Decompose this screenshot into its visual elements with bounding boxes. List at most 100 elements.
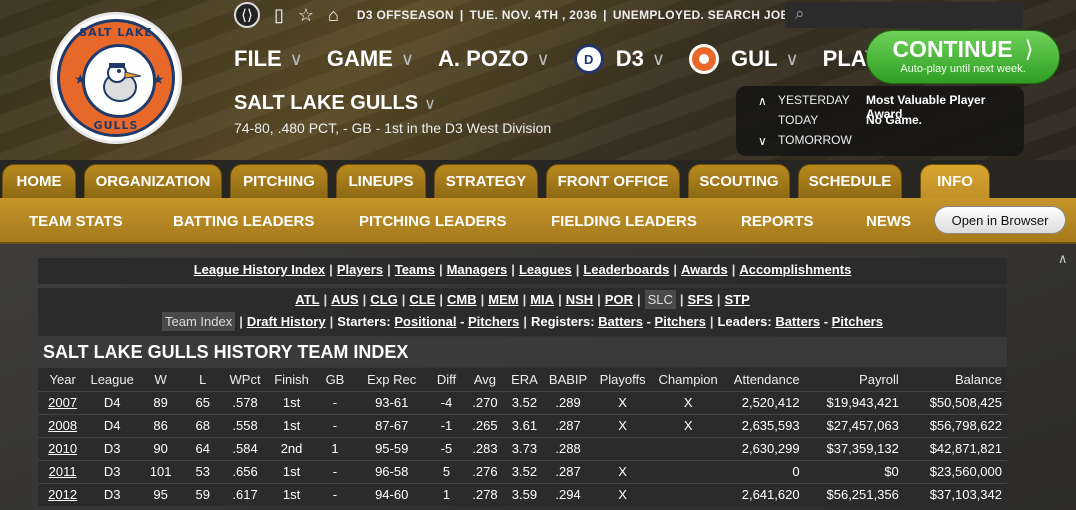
- menu-file[interactable]: FILE ∨: [234, 46, 303, 72]
- back-forward-button[interactable]: ⟨⟩: [234, 2, 260, 28]
- menu-league-label: D3: [615, 46, 644, 71]
- link-leagues[interactable]: Leagues: [519, 262, 572, 277]
- chevron-up-icon[interactable]: ∧: [758, 94, 767, 108]
- tab-pitching[interactable]: PITCHING: [230, 164, 328, 198]
- column-header[interactable]: Payroll: [805, 368, 904, 391]
- chevron-down-icon[interactable]: ∨: [758, 134, 767, 148]
- table-cell[interactable]: 2011: [38, 459, 88, 483]
- tab-info[interactable]: INFO: [920, 164, 990, 198]
- column-header[interactable]: Diff: [428, 368, 465, 391]
- tomorrow-label: TOMORROW: [778, 133, 852, 147]
- subnav-news[interactable]: NEWS: [866, 213, 911, 230]
- subnav-team-stats[interactable]: TEAM STATS: [29, 213, 123, 230]
- link-team-mem[interactable]: MEM: [488, 292, 518, 307]
- year-link[interactable]: 2010: [48, 441, 77, 456]
- subnav-batting-leaders[interactable]: BATTING LEADERS: [173, 213, 314, 230]
- tab-schedule[interactable]: SCHEDULE: [798, 164, 902, 198]
- subnav-fielding-leaders[interactable]: FIELDING LEADERS: [551, 213, 697, 230]
- tab-home[interactable]: HOME: [2, 164, 76, 198]
- menu-manager[interactable]: A. POZO ∨: [438, 46, 550, 72]
- column-header[interactable]: ERA: [505, 368, 545, 391]
- column-header[interactable]: League: [87, 368, 137, 391]
- table-cell: .276: [465, 459, 505, 483]
- table-cell[interactable]: 2010: [38, 436, 88, 460]
- link-team-mia[interactable]: MIA: [530, 292, 554, 307]
- link-league-history-index[interactable]: League History Index: [194, 262, 325, 277]
- column-header[interactable]: Playoffs: [592, 368, 653, 391]
- year-link[interactable]: 2011: [49, 464, 77, 479]
- column-header[interactable]: Attendance: [723, 368, 805, 391]
- link-registers-pitchers[interactable]: Pitchers: [655, 314, 706, 329]
- link-team-nsh[interactable]: NSH: [566, 292, 593, 307]
- menu-league[interactable]: D D3 ∨: [573, 44, 665, 74]
- job-status[interactable]: UNEMPLOYED. SEARCH JOBS...: [613, 8, 809, 22]
- link-teams[interactable]: Teams: [395, 262, 435, 277]
- link-managers[interactable]: Managers: [447, 262, 508, 277]
- link-awards[interactable]: Awards: [681, 262, 728, 277]
- table-cell[interactable]: 2008: [38, 413, 88, 437]
- link-team-aus[interactable]: AUS: [331, 292, 358, 307]
- year-link[interactable]: 2007: [48, 395, 77, 410]
- link-team-por[interactable]: POR: [605, 292, 633, 307]
- star-icon[interactable]: ☆: [298, 5, 314, 26]
- link-team-clg[interactable]: CLG: [370, 292, 397, 307]
- column-header[interactable]: Finish: [269, 368, 315, 391]
- link-players[interactable]: Players: [337, 262, 383, 277]
- column-header[interactable]: W: [137, 368, 184, 391]
- column-header[interactable]: Year: [38, 368, 87, 391]
- tab-scouting[interactable]: SCOUTING: [688, 164, 790, 198]
- history-title: SALT LAKE GULLS HISTORY TEAM INDEX: [38, 337, 1007, 367]
- year-link[interactable]: 2008: [48, 418, 77, 433]
- home-icon[interactable]: ⌂: [328, 5, 339, 26]
- column-header[interactable]: Avg: [465, 368, 505, 391]
- subnav-pitching-leaders[interactable]: PITCHING LEADERS: [359, 213, 507, 230]
- column-header[interactable]: BABIP: [544, 368, 592, 391]
- link-team-cmb[interactable]: CMB: [447, 292, 477, 307]
- continue-button[interactable]: CONTINUE ⟩ Auto-play until next week.: [866, 30, 1060, 84]
- column-header[interactable]: Balance: [904, 368, 1007, 391]
- table-cell: [653, 459, 723, 483]
- column-header[interactable]: L: [184, 368, 221, 391]
- scroll-up-icon[interactable]: ∧: [1058, 252, 1068, 267]
- team-logo[interactable]: SALT LAKE ★ ★ GULLS: [50, 12, 182, 144]
- content-area: ∧ League History Index | Players | Teams | Man…: [0, 244, 1076, 510]
- tab-front-office[interactable]: FRONT OFFICE: [546, 164, 680, 198]
- link-accomplishments[interactable]: Accomplishments: [739, 262, 851, 277]
- main-menu: FILE∨ GAME∨ A. POZO∨ DD3∨ GUL∨ PLAY∨: [234, 44, 924, 74]
- main-tabs: HOME ORGANIZATION PITCHING LINEUPS STRAT…: [0, 160, 1076, 198]
- link-team-cle[interactable]: CLE: [409, 292, 435, 307]
- link-registers-batters[interactable]: Batters: [598, 314, 643, 329]
- link-leaders-pitchers[interactable]: Pitchers: [832, 314, 883, 329]
- table-cell: 94-60: [355, 482, 428, 506]
- column-header[interactable]: WPct: [221, 368, 268, 391]
- table-cell: [653, 436, 723, 460]
- table-cell[interactable]: 2007: [38, 390, 88, 414]
- tab-organization[interactable]: ORGANIZATION: [84, 164, 222, 198]
- column-header[interactable]: Exp Rec: [356, 368, 428, 391]
- menu-team[interactable]: GUL ∨: [689, 44, 799, 74]
- link-team-stp[interactable]: STP: [724, 292, 749, 307]
- table-cell: 96-58: [355, 459, 428, 483]
- link-team-sfs[interactable]: SFS: [688, 292, 713, 307]
- link-team-atl[interactable]: ATL: [295, 292, 319, 307]
- link-starters-pitchers[interactable]: Pitchers: [468, 314, 519, 329]
- team-name[interactable]: SALT LAKE GULLS ∨: [234, 92, 436, 115]
- subnav-reports[interactable]: REPORTS: [741, 213, 814, 230]
- link-draft-history[interactable]: Draft History: [247, 314, 326, 329]
- link-leaderboards[interactable]: Leaderboards: [583, 262, 669, 277]
- table-cell: 59: [184, 482, 222, 506]
- year-link[interactable]: 2012: [48, 487, 77, 502]
- table-cell[interactable]: 2012: [38, 482, 88, 506]
- column-header[interactable]: Champion: [653, 368, 723, 391]
- menu-game[interactable]: GAME ∨: [327, 46, 414, 72]
- table-cell: 5: [427, 459, 466, 483]
- link-starters-positional[interactable]: Positional: [394, 314, 456, 329]
- tab-strategy[interactable]: STRATEGY: [434, 164, 538, 198]
- column-header[interactable]: GB: [314, 368, 355, 391]
- search-input[interactable]: ⌕: [785, 2, 1023, 28]
- open-in-browser-button[interactable]: Open in Browser: [934, 206, 1066, 234]
- phone-icon[interactable]: ▯: [274, 5, 284, 26]
- table-cell: D3: [87, 436, 138, 460]
- tab-lineups[interactable]: LINEUPS: [336, 164, 426, 198]
- link-leaders-batters[interactable]: Batters: [775, 314, 820, 329]
